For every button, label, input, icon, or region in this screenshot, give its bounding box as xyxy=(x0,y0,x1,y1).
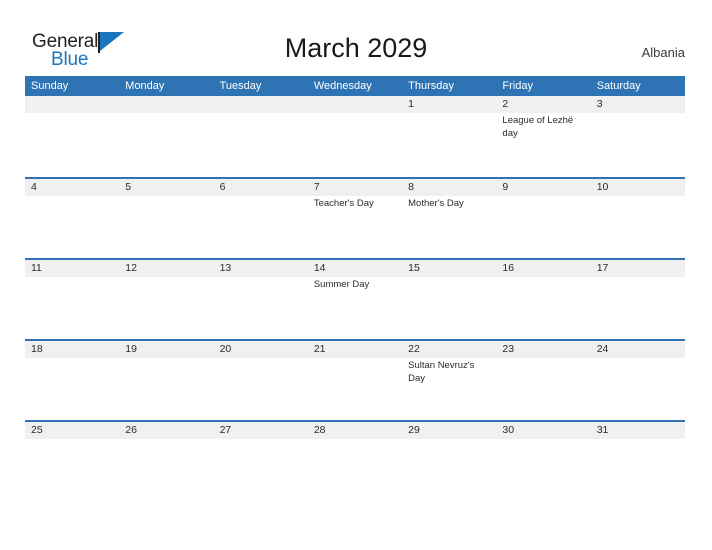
calendar-page: General Blue March 2029 Albania Sunday Mo… xyxy=(0,0,712,550)
weekday-header-monday: Monday xyxy=(125,80,165,92)
day-number[interactable]: 2 xyxy=(496,96,590,113)
week-date-band: 25 26 27 28 29 30 31 xyxy=(25,422,685,439)
day-number[interactable]: 5 xyxy=(119,179,213,196)
day-event-label xyxy=(308,113,402,175)
day-number[interactable]: 7 xyxy=(308,179,402,196)
day-event-label xyxy=(402,439,496,501)
day-number[interactable]: 18 xyxy=(25,341,119,358)
day-number xyxy=(308,96,402,113)
day-event-label xyxy=(119,196,213,258)
day-number[interactable]: 6 xyxy=(214,179,308,196)
calendar-week-row: 4 5 6 7 8 9 10 Teacher's Day Mother's Day xyxy=(25,177,685,258)
day-number[interactable]: 13 xyxy=(214,260,308,277)
day-number[interactable]: 28 xyxy=(308,422,402,439)
day-event-label: Summer Day xyxy=(313,279,370,290)
day-event-label xyxy=(214,358,308,420)
day-event-label: Mother's Day xyxy=(408,198,464,209)
calendar-grid: Sunday Monday Tuesday Wednesday Thursday Frid… xyxy=(25,76,685,501)
day-event-label xyxy=(119,439,213,501)
day-number[interactable]: 22 xyxy=(402,341,496,358)
day-event-label xyxy=(402,277,496,339)
day-event-label: Teacher's Day xyxy=(313,198,374,209)
calendar-week-row: 18 19 20 21 22 23 24 Sultan Nevruz's Day xyxy=(25,339,685,420)
weekday-header-wednesday: Wednesday xyxy=(313,80,372,92)
day-event-label xyxy=(591,439,685,501)
day-number[interactable]: 4 xyxy=(25,179,119,196)
day-event-label xyxy=(496,358,590,420)
day-event-label xyxy=(25,439,119,501)
day-number[interactable]: 27 xyxy=(214,422,308,439)
day-number[interactable]: 3 xyxy=(591,96,685,113)
day-event-label xyxy=(591,277,685,339)
calendar-week-row: 25 26 27 28 29 30 31 xyxy=(25,420,685,501)
day-number[interactable]: 20 xyxy=(214,341,308,358)
day-event-label xyxy=(214,196,308,258)
day-number[interactable]: 25 xyxy=(25,422,119,439)
weekday-header-thursday: Thursday xyxy=(408,80,454,92)
week-event-band: Sultan Nevruz's Day xyxy=(25,358,685,420)
week-event-band: League of Lezhë day xyxy=(25,113,685,175)
day-number[interactable]: 12 xyxy=(119,260,213,277)
day-number[interactable]: 11 xyxy=(25,260,119,277)
day-event-label xyxy=(402,113,496,175)
week-date-band: 4 5 6 7 8 9 10 xyxy=(25,179,685,196)
day-event-label xyxy=(119,113,213,175)
calendar-weeks: 1 2 3 League of Lezhë day 4 5 6 7 8 9 10 Teacher's … xyxy=(25,96,685,501)
weekday-header-tuesday: Tuesday xyxy=(219,80,262,92)
day-event-label: League of Lezhë day xyxy=(502,115,574,139)
day-event-label xyxy=(25,196,119,258)
day-event-label xyxy=(25,277,119,339)
day-number[interactable]: 16 xyxy=(496,260,590,277)
day-event-label xyxy=(214,439,308,501)
day-event-label xyxy=(591,196,685,258)
day-event-label xyxy=(119,358,213,420)
day-number[interactable]: 10 xyxy=(591,179,685,196)
day-number[interactable]: 23 xyxy=(496,341,590,358)
day-number[interactable]: 21 xyxy=(308,341,402,358)
day-event-label: Sultan Nevruz's Day xyxy=(408,360,475,384)
day-event-label xyxy=(25,113,119,175)
weekday-header-friday: Friday xyxy=(502,80,533,92)
day-event-label xyxy=(308,358,402,420)
weekday-header-saturday: Saturday xyxy=(596,80,641,92)
day-event-label xyxy=(496,277,590,339)
day-number[interactable]: 17 xyxy=(591,260,685,277)
week-event-band: Teacher's Day Mother's Day xyxy=(25,196,685,258)
day-number[interactable]: 8 xyxy=(402,179,496,196)
day-number[interactable]: 15 xyxy=(402,260,496,277)
calendar-week-row: 1 2 3 League of Lezhë day xyxy=(25,96,685,177)
day-number[interactable]: 19 xyxy=(119,341,213,358)
week-date-band: 11 12 13 14 15 16 17 xyxy=(25,260,685,277)
weekday-header-sunday: Sunday xyxy=(31,80,69,92)
day-number[interactable]: 31 xyxy=(591,422,685,439)
day-event-label xyxy=(591,358,685,420)
day-number[interactable]: 14 xyxy=(308,260,402,277)
day-number[interactable]: 24 xyxy=(591,341,685,358)
day-event-label xyxy=(25,358,119,420)
day-event-label xyxy=(308,439,402,501)
day-event-label xyxy=(119,277,213,339)
week-event-band xyxy=(25,439,685,501)
day-event-label xyxy=(214,277,308,339)
day-event-label xyxy=(214,113,308,175)
country-label: Albania xyxy=(641,45,685,60)
day-event-label xyxy=(496,196,590,258)
day-number[interactable]: 9 xyxy=(496,179,590,196)
day-number[interactable]: 29 xyxy=(402,422,496,439)
week-date-band: 18 19 20 21 22 23 24 xyxy=(25,341,685,358)
day-number[interactable]: 1 xyxy=(402,96,496,113)
day-number[interactable]: 30 xyxy=(496,422,590,439)
day-number[interactable]: 26 xyxy=(119,422,213,439)
day-number xyxy=(214,96,308,113)
day-number xyxy=(25,96,119,113)
calendar-week-row: 11 12 13 14 15 16 17 Summer Day xyxy=(25,258,685,339)
page-header: General Blue March 2029 Albania xyxy=(0,0,712,76)
day-event-label xyxy=(591,113,685,175)
weekday-header-row: Sunday Monday Tuesday Wednesday Thursday Frid… xyxy=(25,76,685,96)
week-event-band: Summer Day xyxy=(25,277,685,339)
week-date-band: 123 xyxy=(25,96,685,113)
page-title: March 2029 xyxy=(284,33,428,63)
day-number xyxy=(119,96,213,113)
day-event-label xyxy=(496,439,590,501)
